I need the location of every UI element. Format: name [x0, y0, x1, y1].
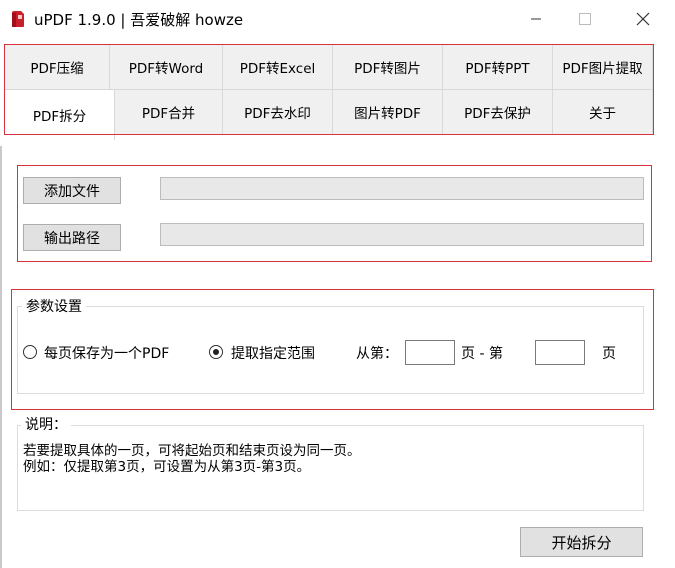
- params-legend: 参数设置: [22, 296, 86, 316]
- minimize-button[interactable]: [513, 0, 559, 38]
- from-page-input[interactable]: [405, 340, 455, 365]
- tab-pdf-to-ppt[interactable]: PDF转PPT: [443, 45, 553, 90]
- tab-pdf-split[interactable]: PDF拆分: [5, 90, 115, 140]
- add-file-button[interactable]: 添加文件: [23, 177, 121, 204]
- maximize-button[interactable]: [562, 0, 608, 38]
- notes-legend: 说明：: [21, 414, 71, 434]
- minimize-icon: [531, 18, 541, 20]
- window-title: uPDF 1.9.0 | 吾爱破解 howze: [34, 11, 244, 29]
- option-save-each-page-label: 每页保存为一个PDF: [44, 346, 170, 362]
- start-split-button[interactable]: 开始拆分: [520, 527, 643, 557]
- output-path-button[interactable]: 输出路径: [23, 224, 121, 251]
- app-logo-icon: [12, 11, 24, 27]
- to-page-input[interactable]: [535, 340, 585, 365]
- output-path-field[interactable]: [160, 223, 644, 246]
- tab-pdf-merge[interactable]: PDF合并: [115, 90, 223, 135]
- close-icon: [636, 12, 650, 26]
- tab-pdf-remove-protection[interactable]: PDF去保护: [443, 90, 553, 135]
- tab-about[interactable]: 关于: [553, 90, 653, 135]
- maximize-icon: [579, 13, 591, 25]
- title-bar: uPDF 1.9.0 | 吾爱破解 howze: [0, 0, 675, 38]
- option-extract-range-label: 提取指定范围: [231, 346, 315, 362]
- to-page-label: 页 - 第: [461, 346, 503, 362]
- tab-image-to-pdf[interactable]: 图片转PDF: [333, 90, 443, 135]
- from-page-label: 从第：: [356, 346, 398, 362]
- tab-pdf-to-excel[interactable]: PDF转Excel: [223, 45, 333, 90]
- tab-pdf-to-image[interactable]: PDF转图片: [333, 45, 443, 90]
- close-button[interactable]: [620, 0, 666, 38]
- radio-extract-range[interactable]: [209, 345, 223, 359]
- radio-save-each-page[interactable]: [23, 345, 37, 359]
- radio-selected-dot: [213, 349, 219, 355]
- file-path-field[interactable]: [160, 177, 644, 200]
- page-suffix-label: 页: [602, 346, 616, 362]
- tab-pdf-remove-watermark[interactable]: PDF去水印: [223, 90, 333, 135]
- panel-left-border: [0, 146, 2, 568]
- tab-pdf-image-extract[interactable]: PDF图片提取: [553, 45, 653, 90]
- tab-pdf-to-word[interactable]: PDF转Word: [110, 45, 223, 90]
- notes-line-2: 例如：仅提取第3页，可设置为从第3页-第3页。: [23, 459, 311, 475]
- tab-pdf-compress[interactable]: PDF压缩: [5, 45, 110, 90]
